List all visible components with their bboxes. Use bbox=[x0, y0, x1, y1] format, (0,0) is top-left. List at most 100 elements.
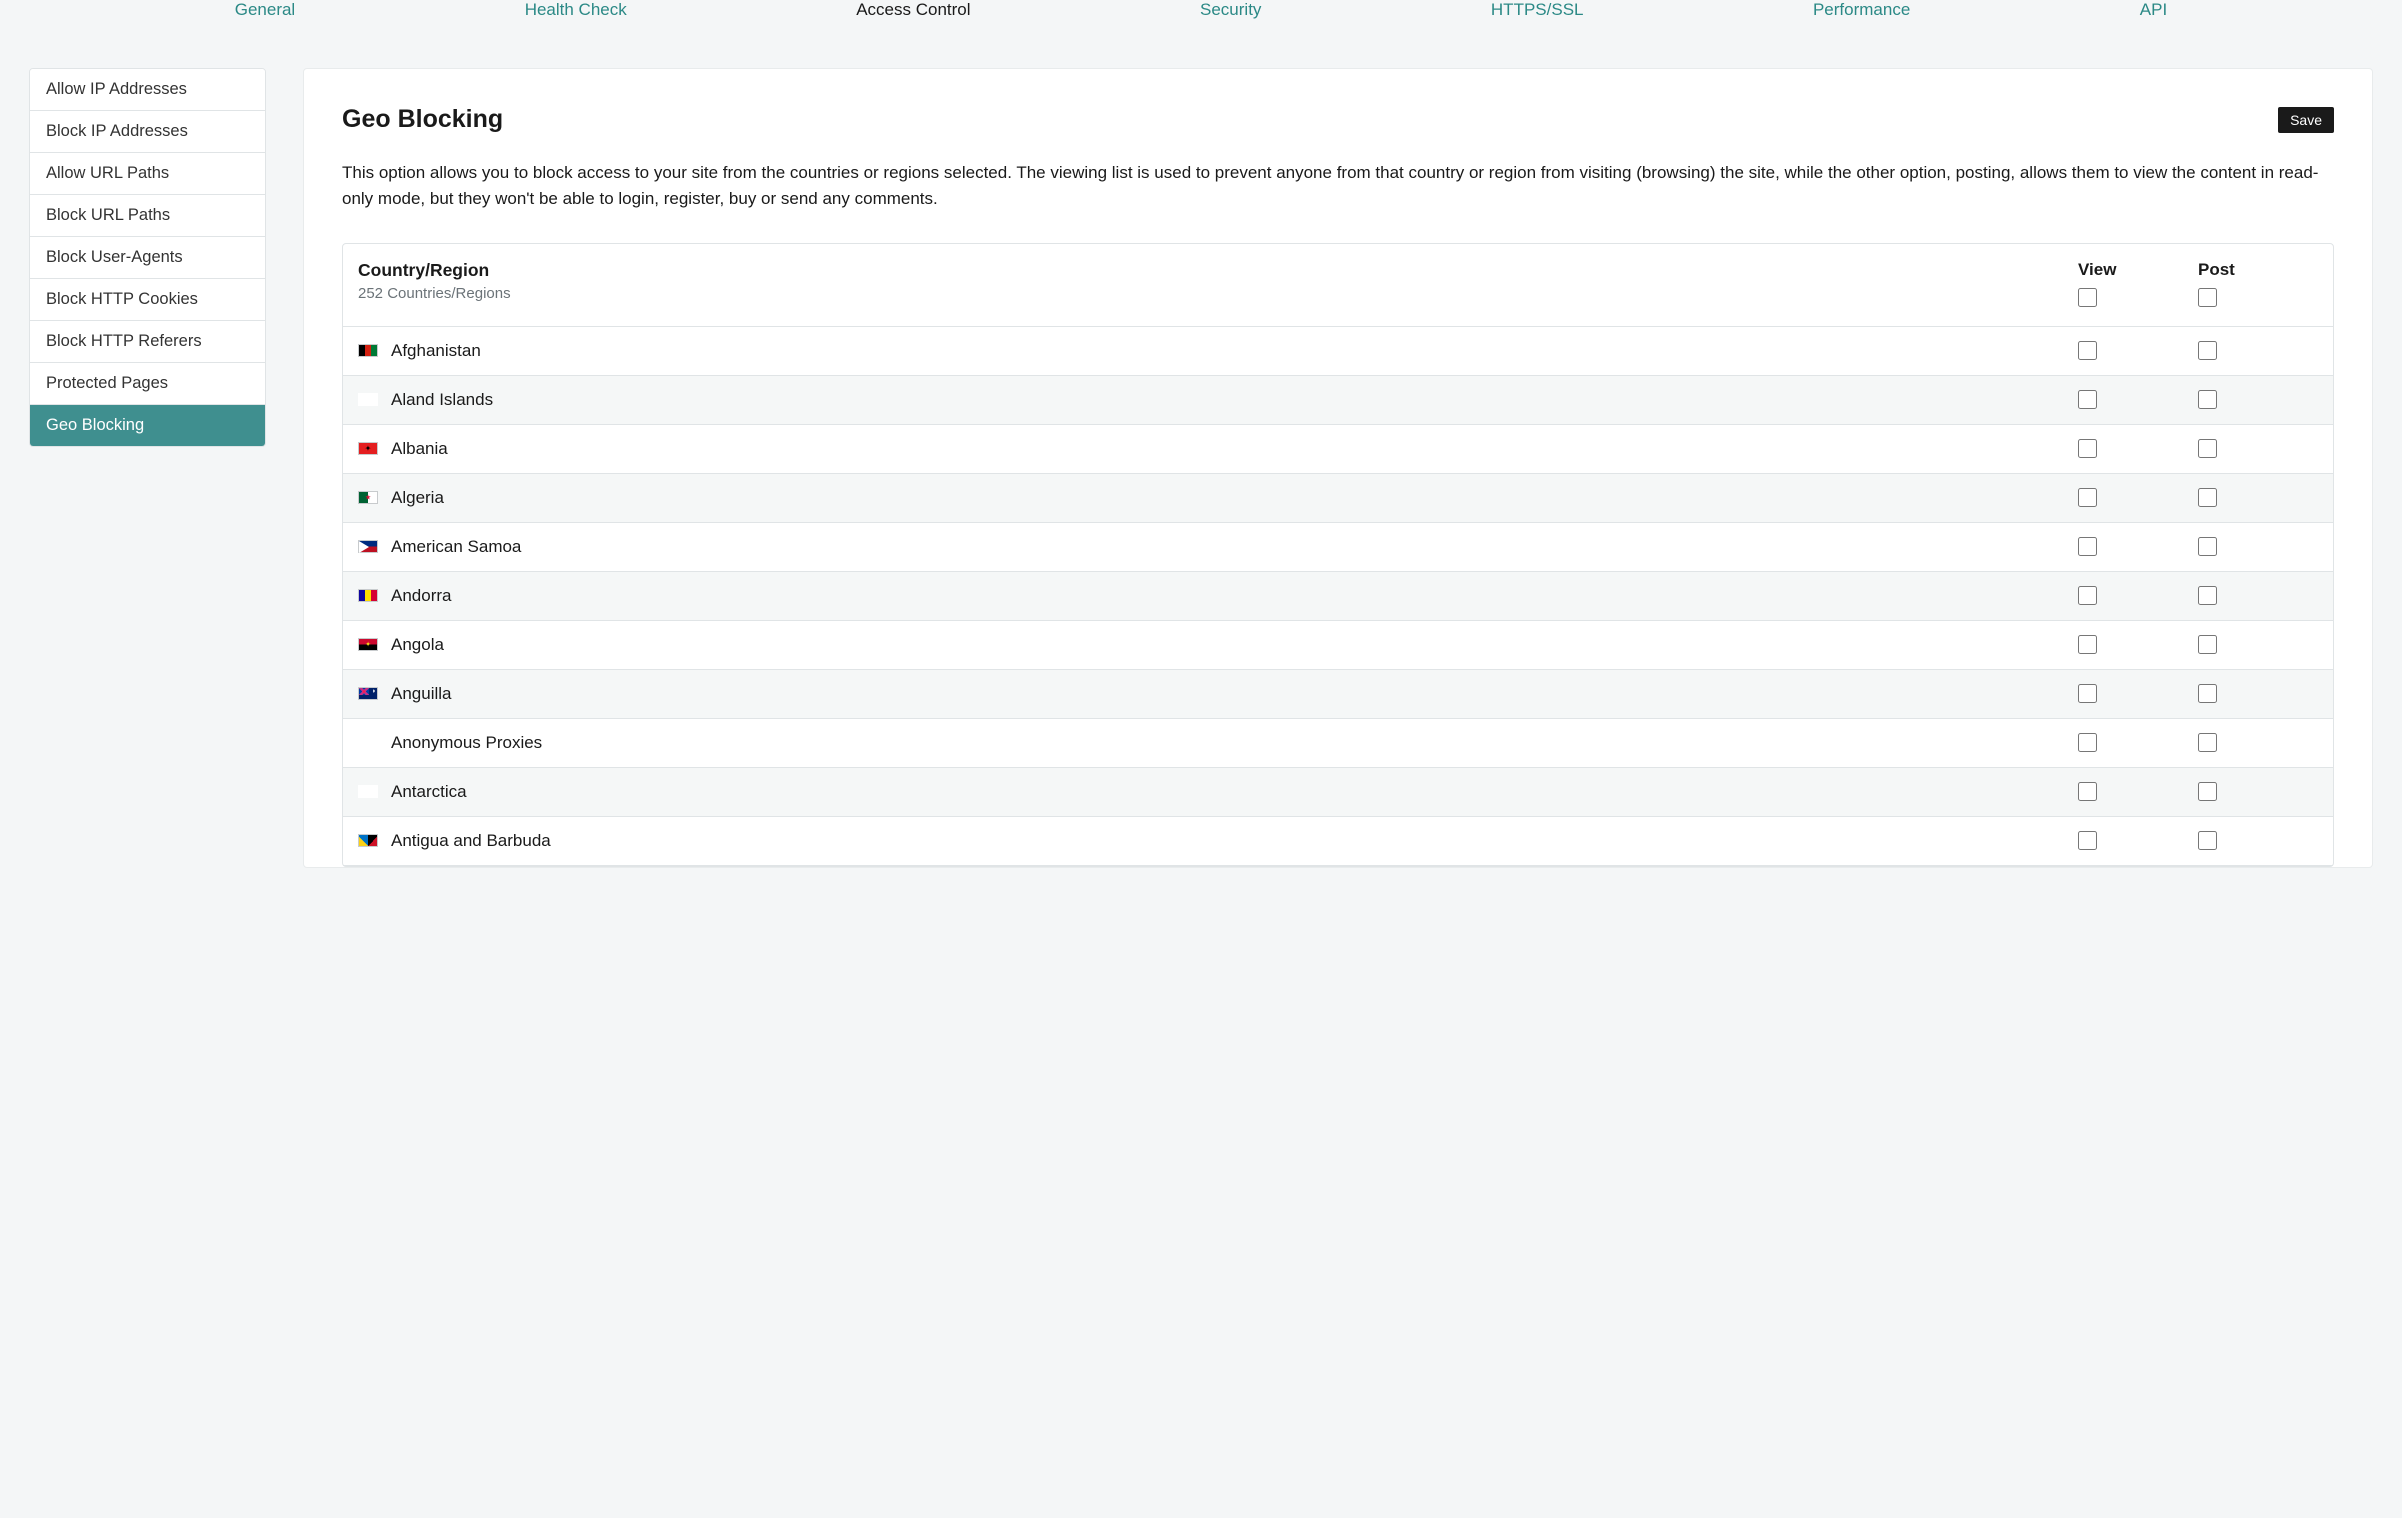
view-checkbox[interactable] bbox=[2078, 586, 2097, 605]
tab-api[interactable]: API bbox=[2124, 0, 2183, 20]
post-cell bbox=[2198, 439, 2318, 458]
panel-description: This option allows you to block access t… bbox=[342, 160, 2334, 213]
view-cell bbox=[2078, 782, 2198, 801]
post-checkbox[interactable] bbox=[2198, 635, 2217, 654]
tab-access-control[interactable]: Access Control bbox=[840, 0, 986, 20]
country-name: Andorra bbox=[391, 586, 451, 606]
post-checkbox[interactable] bbox=[2198, 341, 2217, 360]
flag-icon bbox=[358, 344, 378, 357]
flag-icon bbox=[358, 442, 378, 455]
panel-header: Geo Blocking Save bbox=[342, 105, 2334, 134]
tab-health-check[interactable]: Health Check bbox=[509, 0, 643, 20]
row-country-cell: Antigua and Barbuda bbox=[358, 831, 2078, 851]
country-name: Anonymous Proxies bbox=[391, 733, 542, 753]
post-cell bbox=[2198, 635, 2318, 654]
col-post-label: Post bbox=[2198, 260, 2318, 280]
top-tabs: General Health Check Access Control Secu… bbox=[0, 0, 2402, 48]
sidebar-item-block-url[interactable]: Block URL Paths bbox=[30, 195, 265, 237]
row-country-cell: Albania bbox=[358, 439, 2078, 459]
view-cell bbox=[2078, 684, 2198, 703]
table-row: Aland Islands bbox=[343, 376, 2333, 425]
table-row: Algeria bbox=[343, 474, 2333, 523]
post-cell bbox=[2198, 537, 2318, 556]
post-cell bbox=[2198, 831, 2318, 850]
post-checkbox[interactable] bbox=[2198, 733, 2217, 752]
sidebar-item-block-referers[interactable]: Block HTTP Referers bbox=[30, 321, 265, 363]
save-button[interactable]: Save bbox=[2278, 107, 2334, 133]
post-checkbox[interactable] bbox=[2198, 390, 2217, 409]
table-row: Antarctica bbox=[343, 768, 2333, 817]
flag-icon bbox=[358, 540, 378, 553]
row-country-cell: American Samoa bbox=[358, 537, 2078, 557]
geo-header-title: Country/Region bbox=[358, 260, 2078, 281]
flag-icon bbox=[358, 687, 378, 700]
country-name: Antigua and Barbuda bbox=[391, 831, 551, 851]
post-checkbox[interactable] bbox=[2198, 488, 2217, 507]
post-cell bbox=[2198, 586, 2318, 605]
table-row: Angola bbox=[343, 621, 2333, 670]
post-checkbox[interactable] bbox=[2198, 439, 2217, 458]
country-name: Angola bbox=[391, 635, 444, 655]
view-checkbox[interactable] bbox=[2078, 488, 2097, 507]
row-country-cell: Afghanistan bbox=[358, 341, 2078, 361]
view-select-all-checkbox[interactable] bbox=[2078, 288, 2097, 307]
view-cell bbox=[2078, 488, 2198, 507]
view-checkbox[interactable] bbox=[2078, 390, 2097, 409]
sidebar-list: Allow IP Addresses Block IP Addresses Al… bbox=[29, 68, 266, 447]
row-country-cell: Algeria bbox=[358, 488, 2078, 508]
country-name: Afghanistan bbox=[391, 341, 481, 361]
country-name: Anguilla bbox=[391, 684, 452, 704]
country-name: Albania bbox=[391, 439, 448, 459]
flag-icon bbox=[358, 638, 378, 651]
view-cell bbox=[2078, 635, 2198, 654]
view-checkbox[interactable] bbox=[2078, 684, 2097, 703]
flag-icon bbox=[358, 736, 378, 749]
post-cell bbox=[2198, 684, 2318, 703]
content-panel: Geo Blocking Save This option allows you… bbox=[303, 68, 2373, 868]
sidebar-item-block-ip[interactable]: Block IP Addresses bbox=[30, 111, 265, 153]
view-cell bbox=[2078, 733, 2198, 752]
view-checkbox[interactable] bbox=[2078, 733, 2097, 752]
tab-general[interactable]: General bbox=[219, 0, 311, 20]
table-row: American Samoa bbox=[343, 523, 2333, 572]
sidebar-item-geo-blocking[interactable]: Geo Blocking bbox=[30, 405, 265, 446]
sidebar-item-allow-url[interactable]: Allow URL Paths bbox=[30, 153, 265, 195]
sidebar-item-allow-ip[interactable]: Allow IP Addresses bbox=[30, 69, 265, 111]
table-row: Anguilla bbox=[343, 670, 2333, 719]
post-cell bbox=[2198, 390, 2318, 409]
flag-icon bbox=[358, 785, 378, 798]
view-checkbox[interactable] bbox=[2078, 782, 2097, 801]
view-checkbox[interactable] bbox=[2078, 439, 2097, 458]
tab-security[interactable]: Security bbox=[1184, 0, 1277, 20]
post-checkbox[interactable] bbox=[2198, 831, 2217, 850]
post-checkbox[interactable] bbox=[2198, 537, 2217, 556]
sidebar-item-protected-pages[interactable]: Protected Pages bbox=[30, 363, 265, 405]
view-cell bbox=[2078, 586, 2198, 605]
row-country-cell: Antarctica bbox=[358, 782, 2078, 802]
view-checkbox[interactable] bbox=[2078, 341, 2097, 360]
table-row: Antigua and Barbuda bbox=[343, 817, 2333, 866]
tab-performance[interactable]: Performance bbox=[1797, 0, 1926, 20]
sidebar-item-block-cookies[interactable]: Block HTTP Cookies bbox=[30, 279, 265, 321]
post-checkbox[interactable] bbox=[2198, 684, 2217, 703]
flag-icon bbox=[358, 393, 378, 406]
geo-table: Country/Region 252 Countries/Regions Vie… bbox=[342, 243, 2334, 867]
geo-header-count: 252 Countries/Regions bbox=[358, 285, 2078, 302]
table-row: Albania bbox=[343, 425, 2333, 474]
post-select-all-checkbox[interactable] bbox=[2198, 288, 2217, 307]
row-country-cell: Aland Islands bbox=[358, 390, 2078, 410]
row-country-cell: Anguilla bbox=[358, 684, 2078, 704]
flag-icon bbox=[358, 491, 378, 504]
country-name: Antarctica bbox=[391, 782, 467, 802]
post-checkbox[interactable] bbox=[2198, 586, 2217, 605]
sidebar-item-block-ua[interactable]: Block User-Agents bbox=[30, 237, 265, 279]
col-view-label: View bbox=[2078, 260, 2198, 280]
post-cell bbox=[2198, 782, 2318, 801]
view-checkbox[interactable] bbox=[2078, 635, 2097, 654]
post-checkbox[interactable] bbox=[2198, 782, 2217, 801]
view-cell bbox=[2078, 390, 2198, 409]
tab-https-ssl[interactable]: HTTPS/SSL bbox=[1475, 0, 1600, 20]
view-checkbox[interactable] bbox=[2078, 831, 2097, 850]
post-cell bbox=[2198, 488, 2318, 507]
view-checkbox[interactable] bbox=[2078, 537, 2097, 556]
